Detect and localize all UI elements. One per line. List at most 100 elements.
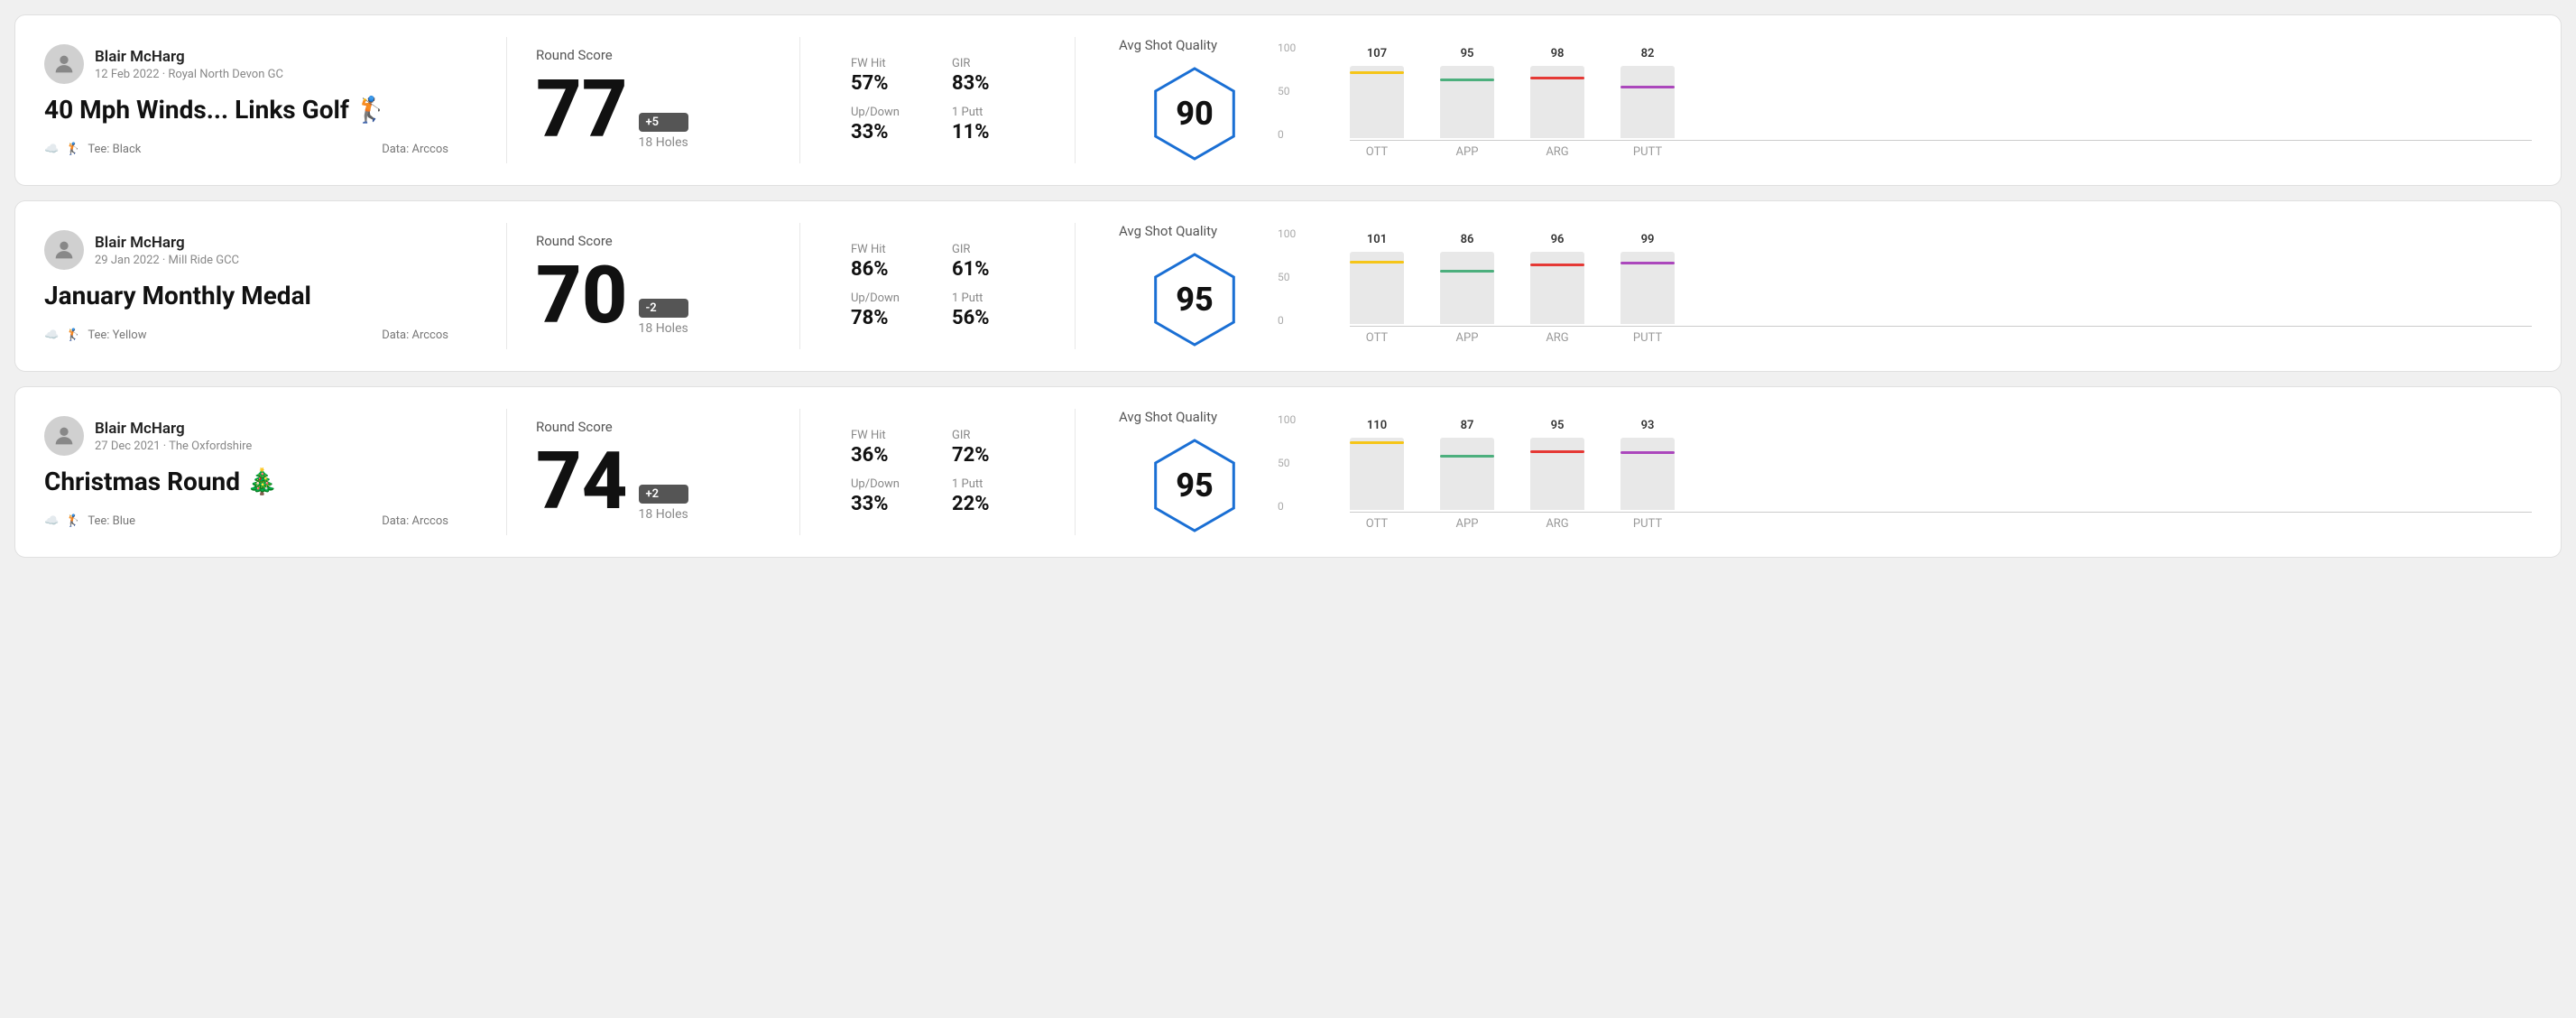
- hex-score: 90: [1176, 95, 1214, 133]
- user-meta: 27 Dec 2021 · The Oxfordshire: [95, 440, 252, 453]
- user-details: Blair McHarg 27 Dec 2021 · The Oxfordshi…: [95, 420, 252, 453]
- user-meta: 12 Feb 2022 · Royal North Devon GC: [95, 68, 283, 81]
- bag-icon: 🏌: [66, 329, 80, 342]
- avatar: [44, 44, 84, 84]
- divider: [506, 409, 507, 535]
- bar-group: 96 ARG: [1530, 233, 1584, 345]
- bar-axis-label: ARG: [1546, 331, 1568, 345]
- score-number: 74: [536, 442, 628, 522]
- stats-section: FW Hit 86% GIR 61% Up/Down 78% 1 Putt 56…: [829, 243, 1046, 329]
- divider-2: [799, 409, 800, 535]
- fw-hit-stat: FW Hit 57%: [851, 57, 923, 95]
- chart-section: 100 50 0 101 OTT 86 APP: [1285, 227, 2532, 345]
- updown-label: Up/Down: [851, 292, 923, 305]
- bar-group: 95 ARG: [1530, 419, 1584, 531]
- user-icon: [51, 237, 77, 263]
- bar-wrapper: [1350, 252, 1404, 324]
- stats-section: FW Hit 36% GIR 72% Up/Down 33% 1 Putt 22…: [829, 429, 1046, 515]
- user-meta: 29 Jan 2022 · Mill Ride GCC: [95, 254, 239, 267]
- holes-text: 18 Holes: [639, 321, 688, 336]
- tee-label: Tee: Blue: [88, 514, 135, 528]
- updown-stat: Up/Down 78%: [851, 292, 923, 329]
- quality-section: Avg Shot Quality 90: [1104, 37, 1285, 163]
- user-name: Blair McHarg: [95, 234, 239, 252]
- user-icon: [51, 423, 77, 449]
- score-badge-group: -2 18 Holes: [639, 299, 688, 336]
- bar-chart: 110 OTT 87 APP 95: [1350, 413, 2532, 531]
- bar-wrapper: [1350, 438, 1404, 510]
- bar-wrapper: [1530, 66, 1584, 138]
- divider-3: [1075, 37, 1076, 163]
- tee-info: ☁️ 🏌 Tee: Black: [44, 143, 141, 156]
- score-badge-group: +2 18 Holes: [639, 485, 688, 522]
- user-details: Blair McHarg 29 Jan 2022 · Mill Ride GCC: [95, 234, 239, 267]
- fw-hit-stat: FW Hit 36%: [851, 429, 923, 467]
- user-icon: [51, 51, 77, 77]
- fw-hit-label: FW Hit: [851, 57, 923, 70]
- one-putt-label: 1 Putt: [952, 292, 1024, 305]
- one-putt-label: 1 Putt: [952, 106, 1024, 119]
- one-putt-stat: 1 Putt 22%: [952, 477, 1024, 515]
- updown-label: Up/Down: [851, 106, 923, 119]
- bar-wrapper: [1620, 66, 1675, 138]
- round-title: 40 Mph Winds... Links Golf 🏌️: [44, 95, 448, 125]
- quality-label: Avg Shot Quality: [1119, 223, 1217, 239]
- bar-axis-label: PUTT: [1633, 331, 1662, 345]
- bar-chart-outer: 100 50 0 110 OTT 87 APP: [1314, 413, 2532, 531]
- holes-text: 18 Holes: [639, 507, 688, 522]
- bar-value: 86: [1461, 233, 1474, 246]
- bar-value: 101: [1367, 233, 1387, 246]
- tee-info: ☁️ 🏌 Tee: Blue: [44, 514, 135, 528]
- divider: [506, 223, 507, 349]
- round-title: January Monthly Medal: [44, 281, 448, 310]
- bar-value: 107: [1367, 47, 1387, 60]
- score-row: 77 +5 18 Holes: [536, 70, 771, 150]
- tee-row: ☁️ 🏌 Tee: Black Data: Arccos: [44, 143, 448, 156]
- divider-2: [799, 223, 800, 349]
- bar-group: 99 PUTT: [1620, 233, 1675, 345]
- avatar: [44, 416, 84, 456]
- hex-score: 95: [1176, 281, 1214, 319]
- bar-value: 93: [1641, 419, 1655, 432]
- divider-3: [1075, 409, 1076, 535]
- gir-value: 72%: [952, 444, 1024, 467]
- weather-icon: ☁️: [44, 329, 59, 342]
- gir-stat: GIR 72%: [952, 429, 1024, 467]
- y-axis: 100 50 0: [1278, 42, 1296, 141]
- gir-label: GIR: [952, 429, 1024, 442]
- quality-section: Avg Shot Quality 95: [1104, 223, 1285, 349]
- round-card-1: Blair McHarg 12 Feb 2022 · Royal North D…: [14, 14, 2562, 186]
- fw-hit-stat: FW Hit 86%: [851, 243, 923, 281]
- chart-section: 100 50 0 110 OTT 87 APP: [1285, 413, 2532, 531]
- bar-axis-label: APP: [1456, 331, 1479, 345]
- bar-value: 96: [1551, 233, 1565, 246]
- y-axis: 100 50 0: [1278, 413, 1296, 513]
- tee-row: ☁️ 🏌 Tee: Yellow Data: Arccos: [44, 329, 448, 342]
- quality-section: Avg Shot Quality 95: [1104, 409, 1285, 535]
- bar-value: 110: [1367, 419, 1387, 432]
- gir-stat: GIR 61%: [952, 243, 1024, 281]
- fw-hit-label: FW Hit: [851, 429, 923, 442]
- gir-stat: GIR 83%: [952, 57, 1024, 95]
- one-putt-value: 11%: [952, 121, 1024, 143]
- fw-hit-value: 36%: [851, 444, 923, 467]
- bar-wrapper: [1440, 66, 1494, 138]
- user-info: Blair McHarg 12 Feb 2022 · Royal North D…: [44, 44, 448, 84]
- data-source: Data: Arccos: [382, 143, 448, 156]
- score-section: Round Score 77 +5 18 Holes: [536, 47, 771, 153]
- score-row: 74 +2 18 Holes: [536, 442, 771, 522]
- round-card-2: Blair McHarg 29 Jan 2022 · Mill Ride GCC…: [14, 200, 2562, 372]
- round-title: Christmas Round 🎄: [44, 467, 448, 496]
- user-name: Blair McHarg: [95, 420, 252, 438]
- updown-stat: Up/Down 33%: [851, 106, 923, 143]
- stats-grid: FW Hit 57% GIR 83% Up/Down 33% 1 Putt 11…: [851, 57, 1024, 143]
- holes-text: 18 Holes: [639, 135, 688, 150]
- fw-hit-value: 57%: [851, 72, 923, 95]
- score-modifier: +5: [639, 113, 688, 132]
- bar-axis-label: OTT: [1366, 145, 1388, 159]
- stats-grid: FW Hit 36% GIR 72% Up/Down 33% 1 Putt 22…: [851, 429, 1024, 515]
- hexagon-container: 95: [1145, 436, 1244, 535]
- updown-value: 33%: [851, 121, 923, 143]
- one-putt-stat: 1 Putt 11%: [952, 106, 1024, 143]
- bar-axis-label: ARG: [1546, 145, 1568, 159]
